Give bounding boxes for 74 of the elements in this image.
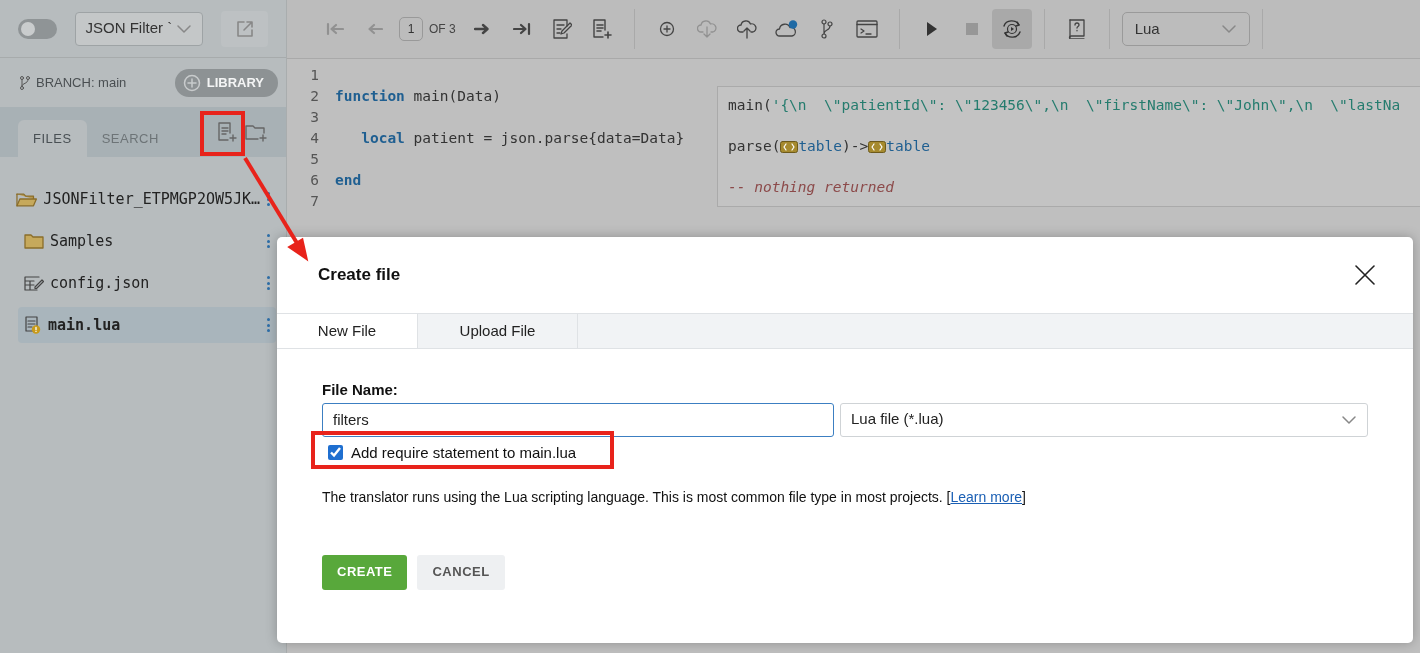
table-type-icon: [868, 140, 887, 153]
file-type-value: Lua file (*.lua): [851, 409, 944, 430]
file-warning-icon: [24, 316, 42, 334]
project-select[interactable]: JSON Filter `: [74, 11, 204, 46]
close-icon: [1355, 265, 1375, 285]
cloud-notification-icon: [775, 20, 799, 38]
file-tree-item[interactable]: main.lua: [18, 307, 276, 343]
chevron-down-icon: [1341, 414, 1357, 425]
file-name-field[interactable]: filters: [322, 402, 834, 437]
branch-icon: [20, 75, 30, 90]
line-number: 2: [309, 87, 319, 106]
more-options-icon[interactable]: [266, 276, 270, 290]
code-line: end: [335, 171, 363, 190]
external-link-button[interactable]: [221, 10, 268, 47]
line-number: 6: [309, 171, 319, 190]
annotation-line: main('{\n \"patientId\": \"123456\",\n \"firstName\": \"John\",\n \"lastNa: [728, 96, 1402, 115]
branch-icon: [820, 19, 833, 39]
page-number-field[interactable]: 1: [399, 17, 423, 41]
new-file-button[interactable]: [216, 121, 238, 143]
line-number: 5: [309, 150, 319, 169]
open-folder-icon: [16, 191, 38, 207]
require-checkbox[interactable]: [328, 445, 343, 460]
code-line: function main(Data): [335, 87, 502, 106]
file-tree-item[interactable]: JSONFilter_ETPMGP2OW5JK…: [10, 181, 276, 217]
cloud-upload-icon: [736, 19, 757, 39]
play-icon: [925, 21, 938, 37]
table-edit-icon: [24, 275, 44, 291]
line-number: 3: [309, 108, 319, 127]
help-book-icon: [1067, 19, 1086, 39]
dialog-tab[interactable]: New File: [277, 314, 418, 348]
table-type-icon: [780, 140, 799, 153]
external-link-icon: [235, 19, 254, 38]
arrow-left-icon: [367, 22, 383, 36]
field-label: File Name:: [322, 380, 399, 400]
toggle-switch[interactable]: [18, 18, 57, 39]
cancel-button[interactable]: CANCEL: [417, 554, 505, 590]
line-number: 4: [309, 129, 319, 148]
project-name: JSON Filter `: [85, 18, 173, 39]
dialog-title: Create file: [318, 264, 401, 287]
code-line: local patient = json.parse{data=Data}: [360, 129, 685, 148]
folder-icon: [24, 233, 44, 249]
annotation-line: -- nothing returned: [728, 178, 895, 197]
language-value: Lua: [1134, 18, 1160, 39]
description-text: The translator runs using the Lua scripting language. This is most common file type in most projects. [Learn more]: [322, 487, 1027, 507]
sidebar-tab[interactable]: FILES: [18, 120, 87, 157]
new-file-icon: [216, 121, 238, 143]
chevron-down-icon: [176, 23, 193, 34]
annotation-line: parse( table)-> table: [728, 137, 931, 156]
skip-first-icon: [326, 22, 344, 36]
file-type-select[interactable]: Lua file (*.lua): [840, 402, 1368, 437]
chevron-down-icon: [1220, 24, 1237, 34]
more-options-icon[interactable]: [266, 318, 270, 332]
cloud-download-icon: [696, 19, 717, 39]
plus-circle-icon: [658, 21, 675, 37]
file-tree-item[interactable]: config.json: [18, 265, 276, 301]
plus-circle-icon: [182, 73, 201, 92]
skip-last-icon: [512, 22, 531, 36]
arrow-right-icon: [473, 22, 490, 36]
edit-document-icon: [551, 18, 572, 40]
checkbox-label: Add require statement to main.lua: [351, 443, 577, 462]
dialog-tab[interactable]: Upload File: [418, 314, 578, 348]
close-button[interactable]: [1355, 265, 1375, 285]
branch-label: BRANCH: main: [36, 73, 127, 92]
language-select[interactable]: Lua: [1121, 12, 1250, 46]
line-number: 7: [309, 192, 319, 211]
page-total: OF 3: [429, 21, 456, 38]
loop-run-button[interactable]: [991, 9, 1032, 49]
more-options-icon[interactable]: [266, 234, 270, 248]
highlight-frame: [200, 111, 245, 156]
file-tree-item[interactable]: Samples: [18, 223, 276, 259]
new-file-icon: [590, 18, 613, 40]
line-number: 1: [309, 66, 319, 85]
stop-icon: [965, 23, 978, 35]
terminal-icon: [855, 20, 878, 38]
